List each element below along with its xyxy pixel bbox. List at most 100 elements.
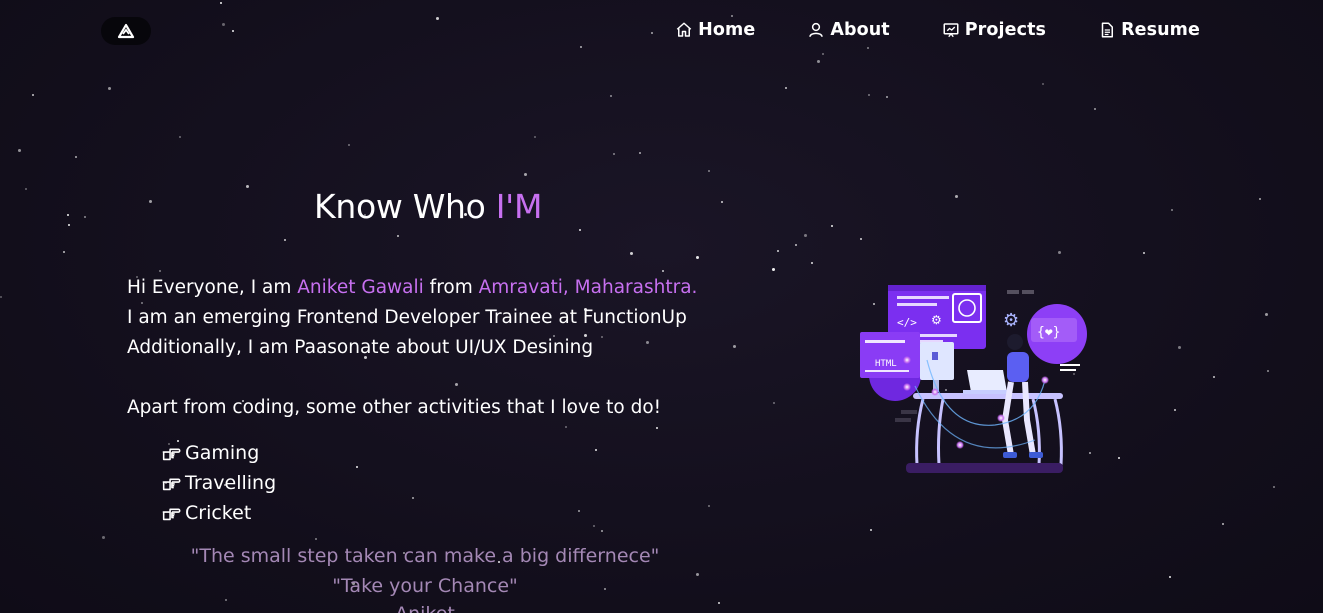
star [822,52,825,55]
star [1168,576,1171,579]
star [314,537,317,540]
star [592,525,595,528]
star [1094,108,1097,111]
star [245,184,249,188]
bio-text: Hi Everyone, I am Aniket Gawali from Amr… [127,273,767,423]
star [594,449,597,452]
star [25,188,28,191]
star [101,535,105,539]
activity-label: Gaming [185,442,260,464]
quote-text-secondary: "Take your Chance" [332,575,518,597]
star [1212,376,1215,379]
page-title: Know Who I'M [314,187,542,226]
star [609,95,612,98]
logo[interactable] [101,17,151,45]
star [638,152,641,155]
star [1173,408,1176,411]
star [830,225,833,228]
star [84,216,87,219]
star [1041,83,1044,86]
quote-author: Aniket [127,603,723,613]
star [1118,456,1121,459]
star [67,213,70,216]
star [707,505,710,508]
pointing-hand-icon [160,442,182,464]
star [707,169,710,172]
star [578,509,581,512]
star [655,427,658,430]
star [565,426,568,429]
star [859,237,862,240]
star [283,239,286,242]
bio-line-intro: Hi Everyone, I am Aniket Gawali from Amr… [127,273,767,303]
star [107,87,111,91]
heading-accent: I'M [495,187,543,226]
bio-name: Aniket Gawali [297,277,424,298]
developer-illustration: </> ⚙ HTML {❤} ⚙ [860,285,1087,473]
star [0,296,3,299]
star [148,199,152,203]
nav-projects-label: Projects [964,20,1047,40]
svg-text:⚙: ⚙ [931,313,942,327]
star [533,135,536,138]
star [1057,250,1061,254]
nav-projects[interactable]: Projects [942,18,1046,42]
star [179,136,182,139]
nav-about[interactable]: About [807,18,890,42]
bio-line-role: I am an emerging Frontend Developer Trai… [127,307,687,328]
star [804,233,808,237]
nav-resume[interactable]: Resume [1098,18,1200,42]
star [159,270,162,273]
bio-line-activities: Apart from coding, some other activities… [127,397,662,418]
star [1258,197,1261,200]
star [870,528,873,531]
nav-about-label: About [830,20,890,40]
star [580,45,583,48]
bio-intro-mid: from [423,277,479,298]
star [866,46,869,49]
star [601,530,604,533]
star [651,31,654,34]
bio-intro-prefix: Hi Everyone, I am [127,277,298,298]
star [222,22,226,26]
nav-resume-label: Resume [1121,20,1200,40]
star [1178,345,1182,349]
star [955,194,959,198]
svg-text:⚙: ⚙ [1003,310,1019,331]
star [1267,370,1270,373]
svg-text:HTML: HTML [875,359,897,369]
activity-label: Travelling [185,472,277,494]
projects-icon [943,23,959,38]
star [68,224,71,227]
quote-text: "The small step taken can make a big dif… [190,545,660,567]
star [579,229,582,232]
star [661,269,664,272]
star [772,401,775,404]
nav-home-label: Home [698,20,756,40]
svg-text:</>: </> [897,316,917,329]
star [411,496,414,499]
svg-text:{❤}: {❤} [1037,325,1060,340]
activity-label: Cricket [185,502,252,524]
star [1264,312,1268,316]
star [885,96,888,99]
list-item: Travelling [160,468,276,498]
document-icon [1101,22,1114,38]
list-item: Cricket [160,498,276,528]
star [397,234,400,237]
star [721,200,723,203]
star [435,16,439,20]
user-icon [809,22,824,37]
star [730,14,733,17]
star [630,252,634,256]
star [348,143,351,146]
nav-home[interactable]: Home [675,18,755,42]
star [1273,485,1276,488]
star [785,87,788,90]
activities-list: Gaming Travelling Cricket [160,438,276,528]
star [232,30,235,33]
star [224,599,227,602]
logo-mark-icon [117,23,135,39]
heading-prefix: Know Who [314,187,496,226]
star [816,60,820,64]
